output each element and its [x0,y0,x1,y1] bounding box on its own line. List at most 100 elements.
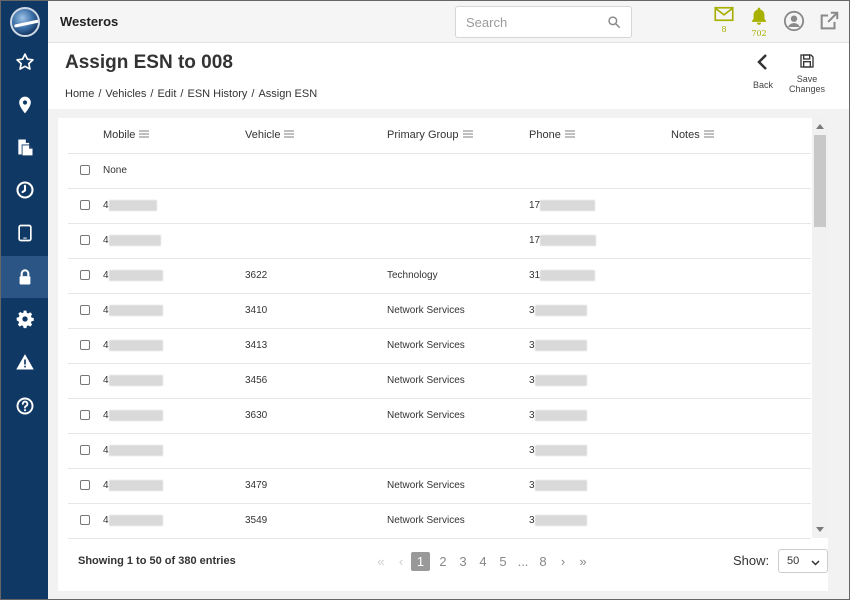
row-checkbox[interactable] [80,445,90,456]
search-box[interactable] [455,6,632,38]
sidebar-item-settings[interactable] [1,298,48,340]
page-button[interactable]: 8 [533,554,553,569]
cell-vehicle [245,433,387,469]
sidebar-item-security[interactable] [1,256,48,298]
sidebar-item-history[interactable] [1,169,48,211]
scroll-down-arrow-icon[interactable] [816,527,824,532]
breadcrumb-edit[interactable]: Edit [157,88,176,100]
table-row[interactable]: 4 17 [68,223,811,259]
table-row[interactable]: None [68,153,811,189]
profile-button[interactable] [781,10,807,42]
row-checkbox[interactable] [80,270,90,281]
cell-vehicle: 3410 [245,293,387,329]
column-header-phone[interactable]: Phone [529,118,671,154]
column-header-notes[interactable]: Notes [671,118,811,154]
row-checkbox[interactable] [80,200,90,211]
cell-notes [671,153,811,189]
cell-mobile: 4 [103,363,245,399]
column-header-vehicle[interactable]: Vehicle [245,118,387,154]
sidebar-item-alerts[interactable] [1,341,48,383]
page-button[interactable]: 4 [473,554,493,569]
scroll-up-arrow-icon[interactable] [816,124,824,129]
redacted-value [534,409,587,421]
sidebar-item-devices[interactable] [1,212,48,254]
row-checkbox[interactable] [80,235,90,246]
messages-button[interactable]: 8 [711,6,737,38]
page-button[interactable]: 5 [493,554,513,569]
cell-vehicle [245,223,387,259]
table-header-row: Mobile Vehicle Primary Group Phone Notes [68,118,811,154]
column-header-primary-group[interactable]: Primary Group [387,118,529,154]
back-button[interactable]: Back [751,53,775,90]
redacted-value [540,269,596,281]
cell-vehicle: 3549 [245,503,387,539]
scrollbar-thumb[interactable] [814,135,826,227]
breadcrumb-vehicles[interactable]: Vehicles [105,88,146,100]
save-changes-button[interactable]: Save Changes [787,53,827,94]
row-checkbox[interactable] [80,410,90,421]
cell-group [387,433,529,469]
table-row[interactable]: 4 3456 Network Services 3 [68,363,811,399]
redacted-value [108,199,157,211]
documents-icon [17,139,32,156]
sort-icon[interactable] [564,129,575,141]
sort-icon[interactable] [462,129,473,141]
breadcrumb-home[interactable]: Home [65,88,94,100]
page-button[interactable]: 3 [453,554,473,569]
bell-icon [751,7,767,25]
save-label-line1: Save [796,74,818,84]
row-checkbox[interactable] [80,375,90,386]
entries-summary: Showing 1 to 50 of 380 entries [78,555,236,567]
external-link-button[interactable] [816,10,842,42]
search-icon[interactable] [607,15,621,34]
sort-icon[interactable] [284,129,295,141]
cell-group: Network Services [387,468,529,504]
floppy-disk-icon [800,54,814,68]
alerts-button[interactable]: 702 [746,6,772,38]
page-size-select[interactable]: 50 [778,549,828,573]
cell-mobile: 4 [103,398,245,434]
cell-phone: 3 [529,363,671,399]
app-logo[interactable] [10,7,40,37]
breadcrumb-esn-history[interactable]: ESN History [187,88,247,100]
table-row[interactable]: 4 3630 Network Services 3 [68,398,811,434]
page-button-current[interactable]: 1 [411,552,430,571]
row-checkbox[interactable] [80,165,90,176]
sort-icon[interactable] [703,129,714,141]
row-checkbox[interactable] [80,340,90,351]
row-checkbox[interactable] [80,515,90,526]
last-page-icon[interactable]: » [573,554,593,569]
cell-phone: 3 [529,293,671,329]
redacted-value [108,374,163,386]
page-button[interactable]: 2 [433,554,453,569]
table-row[interactable]: 4 3413 Network Services 3 [68,328,811,364]
sort-icon[interactable] [139,129,150,141]
cell-vehicle: 3622 [245,258,387,294]
next-page-icon[interactable]: › [553,554,573,569]
table-row[interactable]: 4 3410 Network Services 3 [68,293,811,329]
sidebar-item-favorites[interactable] [1,41,48,83]
sidebar-item-locations[interactable] [1,84,48,126]
cell-group: Network Services [387,293,529,329]
row-checkbox[interactable] [80,305,90,316]
cell-phone [529,153,671,189]
cell-mobile: 4 [103,503,245,539]
search-input[interactable] [466,15,596,30]
first-page-icon[interactable]: « [371,554,391,569]
row-checkbox[interactable] [80,480,90,491]
table-row[interactable]: 4 17 [68,188,811,224]
table-row[interactable]: 4 3 [68,433,811,469]
table-row[interactable]: 4 3549 Network Services 3 [68,503,811,539]
column-header-mobile[interactable]: Mobile [103,118,245,154]
cell-group: Network Services [387,503,529,539]
page-ellipsis: ... [517,554,529,569]
prev-page-icon[interactable]: ‹ [391,554,411,569]
table-row[interactable]: 4 3622 Technology 31 [68,258,811,294]
table-scrollbar[interactable] [812,118,828,538]
redacted-value [534,374,587,386]
redacted-value [108,514,163,526]
sidebar-item-documents[interactable] [1,126,48,168]
table-row[interactable]: 4 3479 Network Services 3 [68,468,811,504]
redacted-value [108,409,163,421]
sidebar-item-help[interactable] [1,385,48,427]
